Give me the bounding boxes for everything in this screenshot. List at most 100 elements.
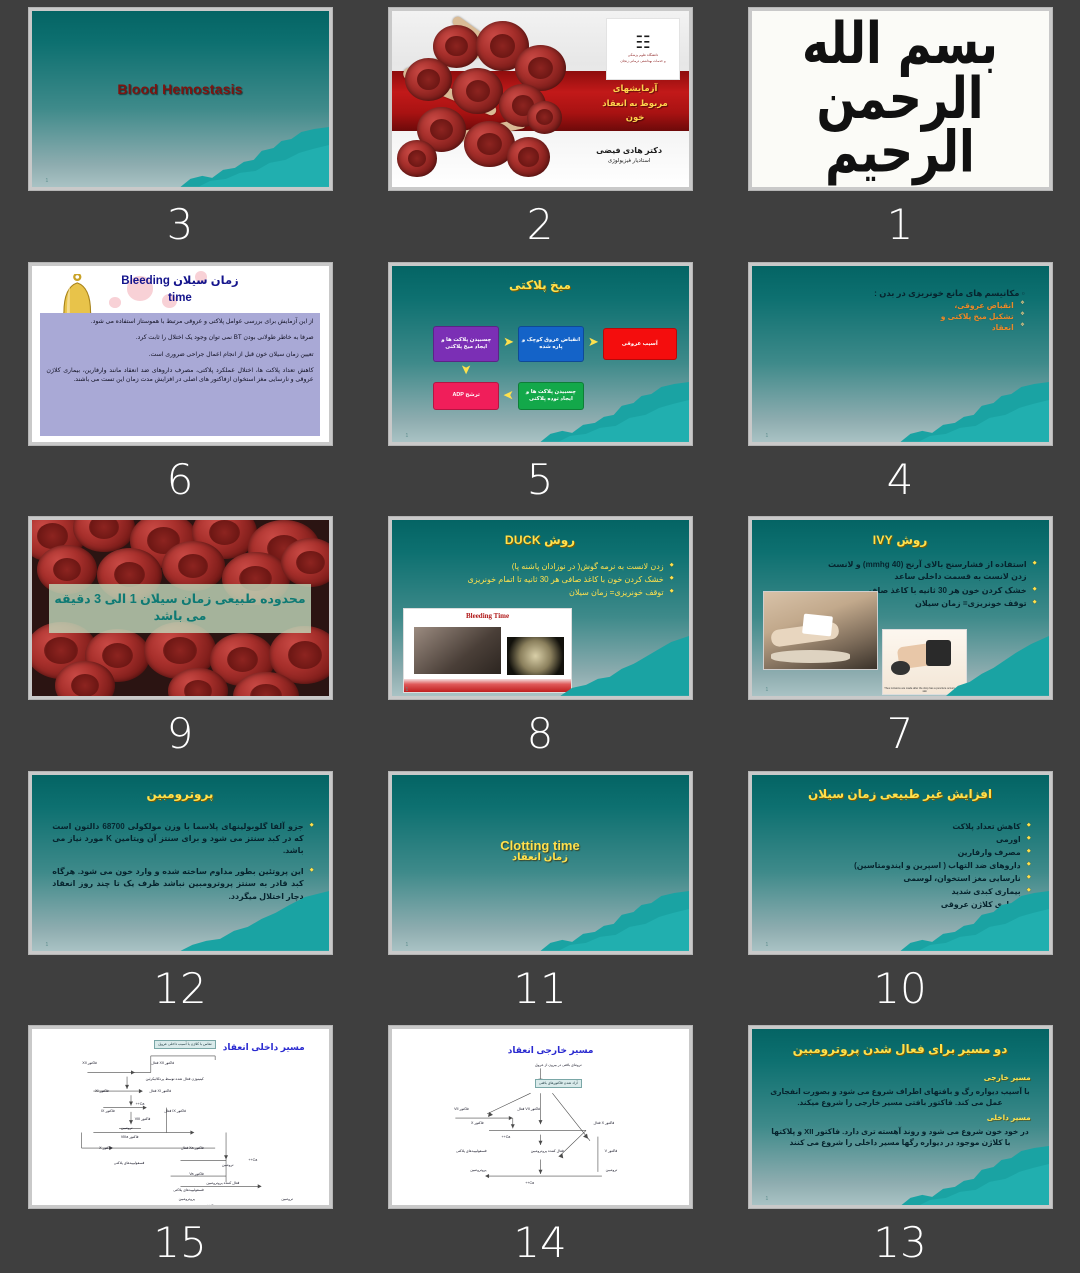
slide-6-body: از این آزمایش برای بررسی عوامل پلاکتی و … — [40, 313, 320, 437]
slide-6-canvas: زمان سیلان Bleeding time از این آزمایش ب… — [31, 265, 329, 442]
slide-cell-7[interactable]: روش IVY استفاده از فشارسنج بالای آرنج (4… — [720, 509, 1080, 764]
photo-caption: Thes incisions are made after the drop h… — [884, 686, 966, 693]
slide-1-canvas: بسم الله الرحمن الرحیم — [751, 11, 1049, 187]
slide-thumbnail-15[interactable]: مسیر داخلی انعقاد تماس با کلاژن یا آسیب … — [28, 1026, 332, 1209]
slide-page-number: 1 — [765, 687, 769, 694]
slide-index-label-5: 5 — [526, 454, 554, 504]
slide-12-title: پروترومبین — [146, 787, 214, 802]
diagram-node: Ca++ — [207, 1204, 216, 1206]
slide-thumbnail-5[interactable]: میخ پلاکتی آسیب عروقی ➤ انقباض عروق کوچک… — [388, 262, 692, 445]
list-item: این پروتئین بطور مداوم ساخته شده و وارد … — [52, 866, 314, 903]
slide-cell-5[interactable]: میخ پلاکتی آسیب عروقی ➤ انقباض عروق کوچک… — [360, 255, 720, 510]
slide-5-title: میخ پلاکتی — [509, 277, 571, 292]
slide-thumbnail-13[interactable]: دو مسیر برای فعال شدن پروترومبین مسیر خا… — [748, 1026, 1052, 1209]
slide-thumbnail-12[interactable]: پروترومبین جزو آلفا گلوبولینهای پلاسما ب… — [28, 771, 332, 954]
flow-arrow-4: ➤ — [503, 388, 515, 404]
slide-5-canvas: میخ پلاکتی آسیب عروقی ➤ انقباض عروق کوچک… — [391, 265, 689, 442]
slide-cell-12[interactable]: پروترومبین جزو آلفا گلوبولینهای پلاسما ب… — [0, 764, 360, 1019]
diagram-node: ترومبین — [221, 1163, 234, 1168]
duck-method-list: زدن لانست به نرمه گوش( در نوزادان پاشنه … — [427, 561, 674, 601]
diagram-node: فاکتور VIII — [134, 1117, 151, 1122]
slide-cell-11[interactable]: Clotting time زمان انعقاد 1 11 — [360, 764, 720, 1019]
slide-14-canvas: مسیر خارجی انعقاد ترومای بافتی در بیرون … — [391, 1029, 689, 1206]
slide-page-number: 1 — [405, 687, 409, 694]
slide-thumbnail-14[interactable]: مسیر خارجی انعقاد ترومای بافتی در بیرون … — [388, 1026, 692, 1209]
paragraph-4: کاهش تعداد پلاکت ها، اختلال عملکرد پلاکت… — [46, 367, 314, 384]
slide-cell-4[interactable]: مکانیسم های مانع خونریزی در بدن : انقباض… — [720, 255, 1080, 510]
slide-cell-9[interactable]: محدوده طبیعی زمان سیلان 1 الی 3 دقیقه می… — [0, 509, 360, 764]
flow-arrow-3: ➤ — [458, 364, 474, 376]
intrinsic-pathway-lines — [80, 1055, 262, 1189]
list-item: انعقاد — [811, 322, 1025, 333]
title-line-2: مربوط به انعقاد — [602, 97, 668, 108]
slide-thumbnail-4[interactable]: مکانیسم های مانع خونریزی در بدن : انقباض… — [748, 262, 1052, 445]
slide-thumbnail-6[interactable]: زمان سیلان Bleeding time از این آزمایش ب… — [28, 262, 332, 445]
slide-grid: Blood Hemostasis 1 3 ☷ دانشگاه علوم پزشک… — [0, 0, 1080, 1273]
diagram-node: ترومبین — [120, 1126, 133, 1131]
title-line-3: خون — [625, 112, 645, 123]
diagram-node: آزاد شدن فاکتورهای بافتی — [534, 1078, 582, 1088]
diagram-node: فاکتور VIIIa — [120, 1134, 139, 1139]
slide-4-canvas: مکانیسم های مانع خونریزی در بدن : انقباض… — [751, 265, 1049, 442]
list-item: استفاده از فشارسنج بالای آرنج (40 mmhg) … — [817, 559, 1037, 584]
slide-cell-3[interactable]: Blood Hemostasis 1 3 — [0, 0, 360, 255]
bp-cuff-diagram: Thes incisions are made after the drop h… — [882, 629, 968, 695]
mountain-decoration — [752, 1145, 1049, 1206]
slide-index-label-6: 6 — [166, 454, 194, 504]
flow-box-2: انقباض عروق کوچک و پاره شده — [518, 326, 584, 363]
diagram-node: فاکتور X فعال — [593, 1120, 615, 1125]
list-item: توقف خونریزی= زمان سیلان — [427, 587, 674, 599]
slide-cell-10[interactable]: افزایش غیر طبیعی زمان سیلان کاهش تعداد پ… — [720, 764, 1080, 1019]
slide-thumbnail-8[interactable]: روش DUCK زدن لانست به نرمه گوش( در نوزاد… — [388, 517, 692, 700]
diagram-node: فاکتور IX — [101, 1108, 115, 1113]
mechanism-list: انقباض عروقی، تشکیل میخ پلاکتی و انعقاد — [811, 300, 1025, 333]
slide-11-title: Clotting time زمان انعقاد — [392, 838, 689, 863]
slide-thumbnail-10[interactable]: افزایش غیر طبیعی زمان سیلان کاهش تعداد پ… — [748, 771, 1052, 954]
university-logo: ☷ دانشگاه علوم پزشکی و خدمات بهداشتی درم… — [606, 18, 680, 80]
slide-cell-6[interactable]: زمان سیلان Bleeding time از این آزمایش ب… — [0, 255, 360, 510]
section-heading-2: مسیر داخلی — [986, 1112, 1031, 1122]
diagram-node: فاکتور X — [99, 1145, 112, 1150]
prothrombin-list: جزو آلفا گلوبولینهای پلاسما با وزن مولکو… — [52, 821, 314, 904]
flow-box-5: چسبیدن پلاکت ها و ایجاد توده پلاکتی — [518, 381, 584, 411]
diagram-node: فاکتور XI فعال — [149, 1089, 172, 1094]
slide-thumbnail-3[interactable]: Blood Hemostasis 1 — [28, 8, 332, 190]
slide-6-title: زمان سیلان Bleeding time — [32, 273, 329, 308]
title-fa: زمان سیلان — [173, 274, 239, 287]
slide-thumbnail-11[interactable]: Clotting time زمان انعقاد 1 — [388, 771, 692, 954]
diagram-node: پروترومبین — [470, 1168, 487, 1173]
diagram-node: فاکتور V — [604, 1149, 618, 1154]
section-text-2: در خود خون شروع می شود و روند آهسته تری … — [771, 1126, 1029, 1148]
flow-arrow-2: ➤ — [503, 333, 515, 349]
slide-index-label-2: 2 — [526, 200, 554, 249]
slide-thumbnail-7[interactable]: روش IVY استفاده از فشارسنج بالای آرنج (4… — [748, 517, 1052, 700]
slide-cell-1[interactable]: بسم الله الرحمن الرحیم 1 — [720, 0, 1080, 255]
slide-thumbnail-1[interactable]: بسم الله الرحمن الرحیم — [748, 8, 1052, 190]
list-item: انقباض عروقی، — [811, 300, 1025, 311]
slide-page-number: 1 — [765, 941, 769, 948]
slide-13-canvas: دو مسیر برای فعال شدن پروترومبین مسیر خا… — [751, 1029, 1049, 1206]
slide-9-banner-text: محدوده طبیعی زمان سیلان 1 الی 3 دقیقه می… — [54, 592, 306, 624]
slide-15-title: مسیر داخلی انعقاد — [222, 1041, 305, 1052]
slide-cell-13[interactable]: دو مسیر برای فعال شدن پروترومبین مسیر خا… — [720, 1018, 1080, 1273]
slide-8-title: روش DUCK — [504, 532, 576, 547]
diagram-node: ترومبین — [605, 1168, 618, 1173]
diagram-node: فاکتور XII فعال — [151, 1061, 175, 1066]
slide-cell-2[interactable]: ☷ دانشگاه علوم پزشکی و خدمات بهداشتی درم… — [360, 0, 720, 255]
timer-disk-photo — [507, 637, 565, 676]
logo-mark: ☷ — [635, 33, 651, 53]
title-fa: زمان انعقاد — [512, 852, 568, 864]
title-en: Clotting time — [500, 838, 580, 854]
list-item: زدن لانست به نرمه گوش( در نوزادان پاشنه … — [427, 561, 674, 573]
slide-3-title: Blood Hemostasis — [117, 81, 243, 98]
diagram-node: فاکتور VII — [454, 1106, 469, 1111]
slide-7-canvas: روش IVY استفاده از فشارسنج بالای آرنج (4… — [751, 520, 1049, 697]
slide-thumbnail-2[interactable]: ☷ دانشگاه علوم پزشکی و خدمات بهداشتی درم… — [388, 8, 692, 190]
platelet-plug-flowchart: آسیب عروقی ➤ انقباض عروق کوچک و پاره شده… — [403, 313, 677, 422]
slide-cell-8[interactable]: روش DUCK زدن لانست به نرمه گوش( در نوزاد… — [360, 509, 720, 764]
slide-page-number: 1 — [45, 941, 49, 948]
slide-thumbnail-9[interactable]: محدوده طبیعی زمان سیلان 1 الی 3 دقیقه می… — [28, 517, 332, 700]
slide-cell-15[interactable]: مسیر داخلی انعقاد تماس با کلاژن یا آسیب … — [0, 1018, 360, 1273]
diagram-node: فاکتور Va — [189, 1171, 204, 1176]
slide-cell-14[interactable]: مسیر خارجی انعقاد ترومای بافتی در بیرون … — [360, 1018, 720, 1273]
